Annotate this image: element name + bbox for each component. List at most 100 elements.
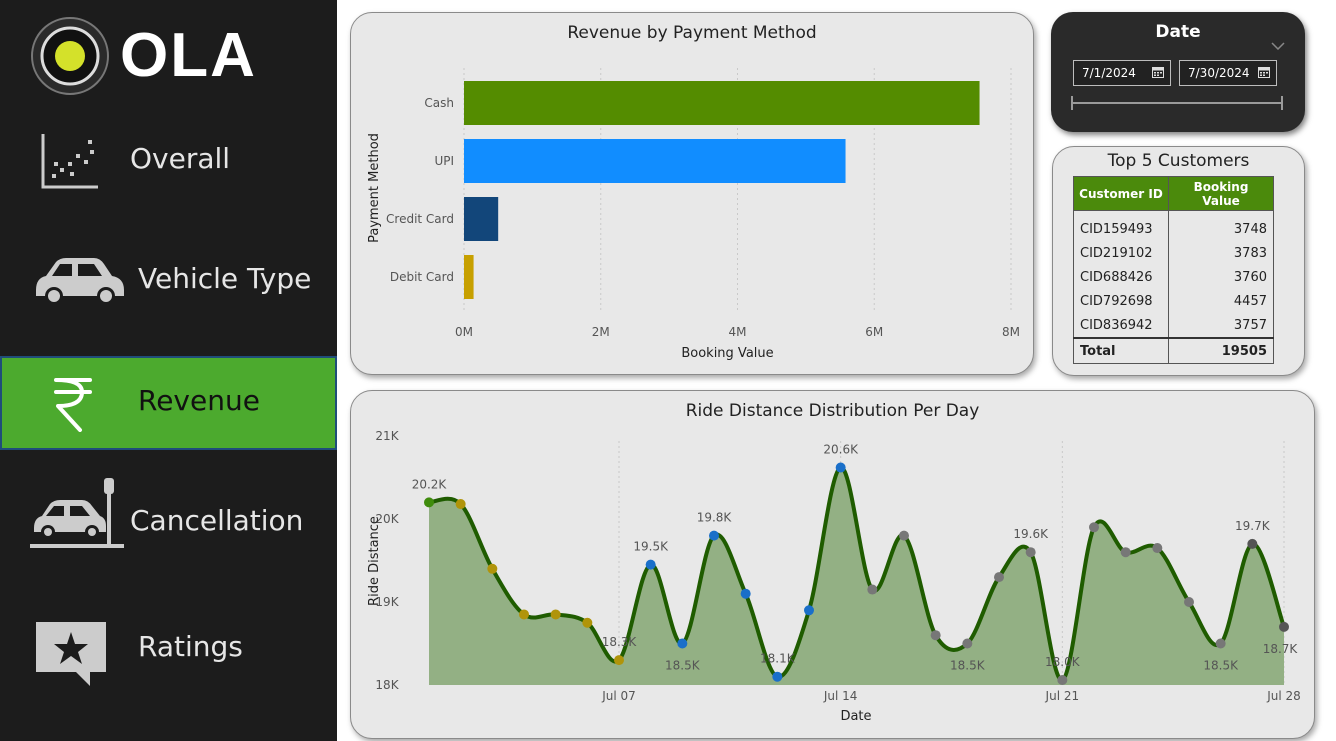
calendar-icon[interactable]: [1258, 66, 1270, 78]
x-tick-label: 4M: [729, 325, 747, 339]
data-point: [1152, 543, 1163, 554]
car-icon: [36, 258, 124, 305]
nav-item-ratings[interactable]: Ratings: [0, 600, 337, 692]
data-label: 19.5K: [633, 540, 669, 554]
date-range-slider-start-handle[interactable]: [1071, 96, 1073, 110]
end-date-input[interactable]: 7/30/2024: [1179, 60, 1277, 86]
revenue-bar-chart: 0M 2M 4M 6M 8M Cash UPI Credit Card Debit Card Bo…: [367, 68, 1020, 361]
table-row[interactable]: CID688426 3760: [1073, 265, 1274, 289]
chevron-down-icon[interactable]: [1271, 42, 1285, 50]
table-total-row: Total 19505: [1073, 337, 1274, 364]
data-label: 18.5K: [1203, 659, 1239, 673]
nav-label-ratings: Ratings: [138, 630, 243, 663]
top-customers-table: Customer ID Booking Value CID159493 3748 …: [1073, 176, 1275, 364]
nav-label-vehicle-type: Vehicle Type: [138, 262, 312, 295]
brand-name: OLA: [120, 21, 257, 90]
nav-label-cancellation: Cancellation: [130, 504, 304, 537]
date-filter-card: Date 7/1/2024 7/30/2024: [1051, 12, 1305, 132]
data-point: [994, 572, 1004, 583]
x-tick-label: Jul 14: [823, 689, 858, 703]
calendar-icon[interactable]: [1152, 66, 1164, 78]
data-point: [424, 497, 434, 508]
nav-item-revenue[interactable]: Revenue: [0, 356, 337, 450]
date-range-slider-end-handle[interactable]: [1281, 96, 1283, 110]
data-point: [709, 530, 719, 541]
data-point: [550, 609, 561, 620]
data-point: [455, 499, 466, 510]
customer-id-cell: CID219102: [1073, 241, 1169, 265]
data-point: [519, 609, 529, 620]
x-tick-label: 8M: [1002, 325, 1020, 339]
data-point: [645, 559, 656, 570]
data-point: [614, 655, 624, 666]
data-point: [899, 530, 909, 541]
data-label: 18.7K: [1263, 642, 1299, 656]
car-crash-icon: [30, 478, 124, 548]
data-point: [582, 617, 593, 628]
data-point: [772, 671, 783, 682]
x-tick-label: Jul 07: [601, 689, 636, 703]
data-label: 18.0K: [1045, 655, 1081, 669]
total-value: 19505: [1168, 337, 1274, 364]
y-tick-label: Cash: [424, 96, 454, 110]
y-axis-title: Payment Method: [367, 133, 382, 243]
top-customers-title: Top 5 Customers: [1107, 151, 1250, 171]
header-booking-value[interactable]: Booking Value: [1168, 176, 1274, 211]
x-tick-label: Jul 21: [1045, 689, 1080, 703]
data-point: [1184, 597, 1194, 607]
x-tick-label: 2M: [592, 325, 610, 339]
data-point: [1120, 547, 1131, 558]
data-point: [1215, 638, 1226, 649]
header-customer-id[interactable]: Customer ID: [1073, 176, 1169, 211]
x-axis-title: Date: [840, 709, 871, 724]
y-tick-label: 21K: [375, 429, 399, 443]
table-row[interactable]: CID792698 4457: [1073, 289, 1274, 313]
bar-cash: [464, 81, 980, 125]
data-point: [1089, 522, 1099, 533]
ride-distance-chart-card: Ride Distance Distribution Per Day 18K 19…: [350, 390, 1315, 739]
start-date-input[interactable]: 7/1/2024: [1073, 60, 1171, 86]
data-point: [1247, 538, 1258, 549]
data-point: [487, 563, 498, 574]
x-axis-title: Booking Value: [681, 346, 773, 361]
nav-item-overall[interactable]: Overall: [0, 114, 337, 206]
x-tick-label: Jul 28: [1266, 689, 1301, 703]
customer-id-cell: CID159493: [1073, 210, 1169, 241]
data-label: 19.7K: [1235, 519, 1271, 533]
start-date-value: 7/1/2024: [1082, 66, 1136, 80]
table-row[interactable]: CID836942 3757: [1073, 313, 1274, 338]
data-point: [804, 605, 814, 616]
data-label: 18.3K: [602, 635, 638, 649]
sidebar: OLA Overall Vehicle Type Revenue Cancell…: [0, 0, 337, 741]
x-tick-label: 6M: [865, 325, 883, 339]
data-point: [1025, 547, 1036, 558]
data-point: [740, 588, 751, 599]
booking-value-cell: 4457: [1168, 289, 1274, 313]
table-row[interactable]: CID159493 3748: [1073, 210, 1274, 241]
table-row[interactable]: CID219102 3783: [1073, 241, 1274, 265]
data-label: 20.6K: [823, 443, 859, 457]
data-label: 20.2K: [412, 477, 448, 491]
date-filter-title: Date: [1155, 22, 1201, 42]
y-axis-title: Ride Distance: [367, 516, 382, 606]
y-tick-label: Credit Card: [386, 212, 454, 226]
bar-upi: [464, 139, 846, 183]
nav-label-overall: Overall: [130, 142, 231, 175]
data-point: [1057, 675, 1068, 686]
data-label: 19.6K: [1013, 527, 1049, 541]
end-date-value: 7/30/2024: [1188, 66, 1250, 80]
nav-item-cancellation[interactable]: Cancellation: [0, 468, 337, 560]
date-range-slider-track[interactable]: [1073, 102, 1283, 104]
scatter-plot-icon: [41, 134, 98, 189]
y-tick-label: Debit Card: [390, 270, 454, 284]
data-point: [835, 462, 846, 473]
data-label: 19.8K: [697, 511, 733, 525]
customer-id-cell: CID792698: [1073, 289, 1169, 313]
star-comment-icon: [36, 622, 106, 686]
data-point: [867, 584, 878, 595]
data-point: [677, 638, 688, 649]
nav-label-revenue: Revenue: [138, 384, 260, 417]
rupee-icon: [54, 378, 92, 432]
customer-id-cell: CID836942: [1073, 313, 1169, 338]
nav-item-vehicle-type[interactable]: Vehicle Type: [0, 234, 337, 326]
